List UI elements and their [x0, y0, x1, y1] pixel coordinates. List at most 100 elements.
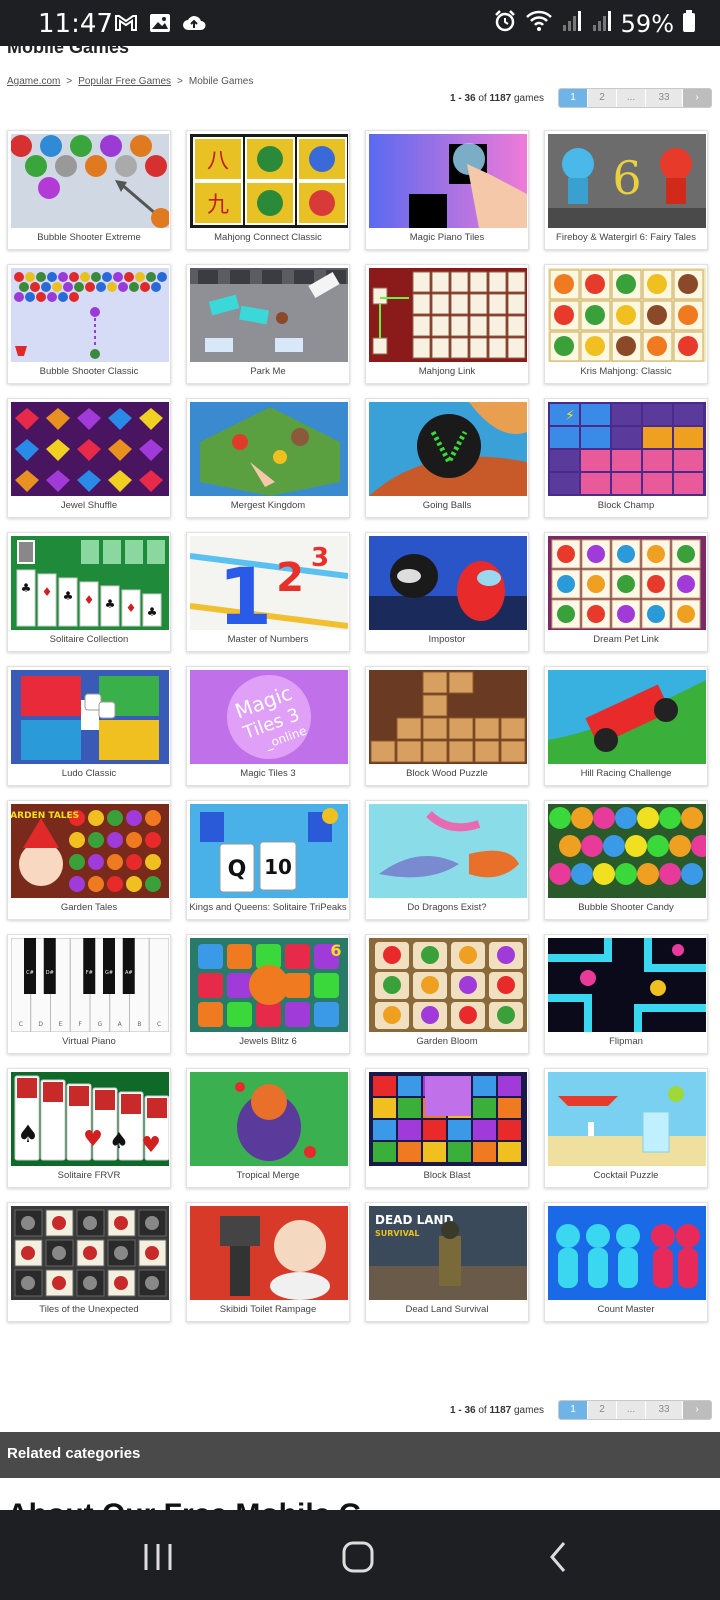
game-thumbnail[interactable]: 6	[548, 134, 706, 228]
game-thumbnail[interactable]	[11, 670, 169, 764]
page-33-button[interactable]: 33	[646, 1401, 683, 1419]
game-card[interactable]: Mahjong Link	[365, 264, 529, 384]
game-card[interactable]: Magic Piano Tiles	[365, 130, 529, 250]
game-thumbnail[interactable]	[190, 402, 348, 496]
game-title[interactable]: Ludo Classic	[8, 768, 170, 779]
game-thumbnail[interactable]	[548, 938, 706, 1032]
game-card[interactable]: Magic Tiles 3 _online Magic Tiles 3	[186, 666, 350, 786]
game-title[interactable]: Do Dragons Exist?	[366, 902, 528, 913]
game-title[interactable]: Count Master	[545, 1304, 707, 1315]
game-thumbnail[interactable]	[369, 804, 527, 898]
game-thumbnail[interactable]	[548, 268, 706, 362]
game-card[interactable]: Hill Racing Challenge	[544, 666, 708, 786]
game-thumbnail[interactable]: ♠ ♥ ♠ ♥	[11, 1072, 169, 1166]
game-thumbnail[interactable]: C D E F G A B C C# D# F# G# A#	[11, 938, 169, 1032]
game-thumbnail[interactable]: ♣ ♦ ♣ ♦ ♣ ♦ ♣	[11, 536, 169, 630]
game-card[interactable]: 6 Fireboy & Watergirl 6: Fairy Tales	[544, 130, 708, 250]
game-thumbnail[interactable]	[369, 134, 527, 228]
game-title[interactable]: Dream Pet Link	[545, 634, 707, 645]
game-card[interactable]: Bubble Shooter Classic	[7, 264, 171, 384]
game-title[interactable]: Garden Tales	[8, 902, 170, 913]
game-card[interactable]: Count Master	[544, 1202, 708, 1322]
game-thumbnail[interactable]: 123	[190, 536, 348, 630]
next-page-button[interactable]: ›	[683, 89, 711, 107]
game-thumbnail[interactable]	[369, 268, 527, 362]
game-thumbnail[interactable]	[548, 1206, 706, 1300]
breadcrumb-home-link[interactable]: Agame.com	[7, 76, 60, 87]
game-thumbnail[interactable]	[11, 1206, 169, 1300]
game-title[interactable]: Solitaire Collection	[8, 634, 170, 645]
game-title[interactable]: Mahjong Link	[366, 366, 528, 377]
game-thumbnail[interactable]	[11, 268, 169, 362]
game-card[interactable]: Garden Bloom	[365, 934, 529, 1054]
game-title[interactable]: Cocktail Puzzle	[545, 1170, 707, 1181]
game-thumbnail[interactable]	[369, 536, 527, 630]
game-card[interactable]: Park Me	[186, 264, 350, 384]
game-title[interactable]: Fireboy & Watergirl 6: Fairy Tales	[545, 232, 707, 243]
game-title[interactable]: Jewel Shuffle	[8, 500, 170, 511]
game-title[interactable]: Kings and Queens: Solitaire TriPeaks	[187, 902, 349, 913]
game-thumbnail[interactable]: Magic Tiles 3 _online	[190, 670, 348, 764]
game-card[interactable]: DEAD LAND SURVIVAL Dead Land Survival	[365, 1202, 529, 1322]
game-title[interactable]: Virtual Piano	[8, 1036, 170, 1047]
game-thumbnail[interactable]	[11, 134, 169, 228]
breadcrumb-popular-link[interactable]: Popular Free Games	[78, 76, 171, 87]
page-1-button[interactable]: 1	[559, 89, 588, 107]
page-33-button[interactable]: 33	[646, 89, 683, 107]
game-title[interactable]: Block Wood Puzzle	[366, 768, 528, 779]
game-card[interactable]: 6 Jewels Blitz 6	[186, 934, 350, 1054]
game-card[interactable]: Kris Mahjong: Classic	[544, 264, 708, 384]
game-card[interactable]: Q 10 Kings and Queens: Solitaire TriPeaks	[186, 800, 350, 920]
game-card[interactable]: 1 2 3 Master of Numbers	[186, 532, 350, 652]
game-title[interactable]: Kris Mahjong: Classic	[545, 366, 707, 377]
game-card[interactable]: ♠ ♥ ♠ ♥ Solitaire FRVR	[7, 1068, 171, 1188]
game-card[interactable]: ♣ ♦ ♣ ♦ ♣ ♦ ♣ Solitaire Collection	[7, 532, 171, 652]
game-title[interactable]: Bubble Shooter Candy	[545, 902, 707, 913]
game-card[interactable]: Impostor	[365, 532, 529, 652]
game-card[interactable]: GARDEN TALES Garden Tales	[7, 800, 171, 920]
game-thumbnail[interactable]	[548, 804, 706, 898]
game-title[interactable]: Master of Numbers	[187, 634, 349, 645]
game-thumbnail[interactable]	[548, 670, 706, 764]
page-1-button[interactable]: 1	[559, 1401, 588, 1419]
game-title[interactable]: Tropical Merge	[187, 1170, 349, 1181]
game-title[interactable]: Bubble Shooter Classic	[8, 366, 170, 377]
game-card[interactable]: Going Balls	[365, 398, 529, 518]
game-card[interactable]: Bubble Shooter Extreme	[7, 130, 171, 250]
next-page-button[interactable]: ›	[683, 1401, 711, 1419]
home-icon[interactable]	[338, 1540, 378, 1574]
game-thumbnail[interactable]: GARDEN TALES	[11, 804, 169, 898]
game-thumbnail[interactable]: Q 10	[190, 804, 348, 898]
game-card[interactable]: Do Dragons Exist?	[365, 800, 529, 920]
page-2-button[interactable]: 2	[588, 1401, 617, 1419]
related-categories-header[interactable]: Related categories	[0, 1432, 720, 1478]
game-card[interactable]: Dream Pet Link	[544, 532, 708, 652]
game-title[interactable]: Mergest Kingdom	[187, 500, 349, 511]
game-card[interactable]: Tiles of the Unexpected	[7, 1202, 171, 1322]
game-title[interactable]: Solitaire FRVR	[8, 1170, 170, 1181]
game-card[interactable]: Ludo Classic	[7, 666, 171, 786]
game-card[interactable]: 八九 Mahjong Connect Classic	[186, 130, 350, 250]
game-title[interactable]: Magic Tiles 3	[187, 768, 349, 779]
game-thumbnail[interactable]	[190, 1206, 348, 1300]
game-card[interactable]: Jewel Shuffle	[7, 398, 171, 518]
game-card[interactable]: Bubble Shooter Candy	[544, 800, 708, 920]
game-thumbnail[interactable]: 八九	[190, 134, 348, 228]
game-thumbnail[interactable]: 6	[190, 938, 348, 1032]
game-title[interactable]: Park Me	[187, 366, 349, 377]
game-title[interactable]: Dead Land Survival	[366, 1304, 528, 1315]
game-card[interactable]: Mergest Kingdom	[186, 398, 350, 518]
game-title[interactable]: Magic Piano Tiles	[366, 232, 528, 243]
game-title[interactable]: Bubble Shooter Extreme	[8, 232, 170, 243]
game-title[interactable]: Flipman	[545, 1036, 707, 1047]
game-thumbnail[interactable]: ⚡	[548, 402, 706, 496]
game-title[interactable]: Mahjong Connect Classic	[187, 232, 349, 243]
game-title[interactable]: Tiles of the Unexpected	[8, 1304, 170, 1315]
game-thumbnail[interactable]: DEAD LAND SURVIVAL	[369, 1206, 527, 1300]
game-title[interactable]: Going Balls	[366, 500, 528, 511]
game-title[interactable]: Impostor	[366, 634, 528, 645]
game-card[interactable]: Cocktail Puzzle	[544, 1068, 708, 1188]
game-card[interactable]: Block Wood Puzzle	[365, 666, 529, 786]
game-thumbnail[interactable]	[190, 268, 348, 362]
game-title[interactable]: Block Champ	[545, 500, 707, 511]
